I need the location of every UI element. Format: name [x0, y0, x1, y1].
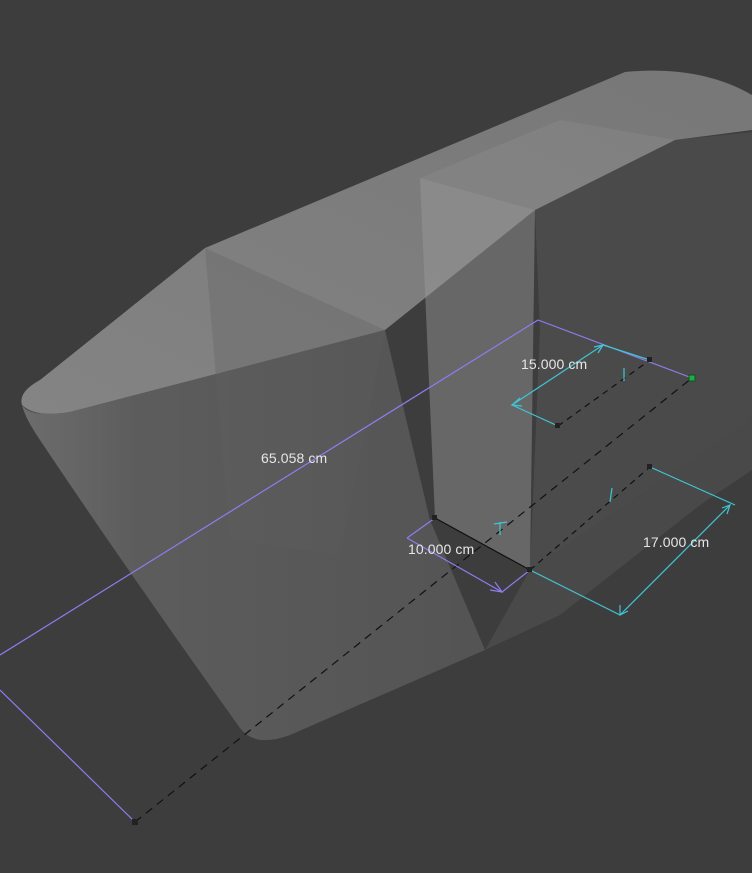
3d-viewport[interactable]: 65.058 cm 15.000 cm 10.000 cm 17.000 cm — [0, 0, 752, 873]
dimension-label-65cm: 65.058 cm — [261, 450, 328, 466]
scene-canvas[interactable] — [0, 0, 752, 873]
snap-point[interactable] — [688, 374, 696, 382]
dimension-label-17cm: 17.000 cm — [643, 534, 710, 550]
pillar-front — [420, 178, 535, 570]
dimension-label-10cm: 10.000 cm — [408, 541, 475, 557]
dimension-label-15cm: 15.000 cm — [521, 356, 588, 372]
